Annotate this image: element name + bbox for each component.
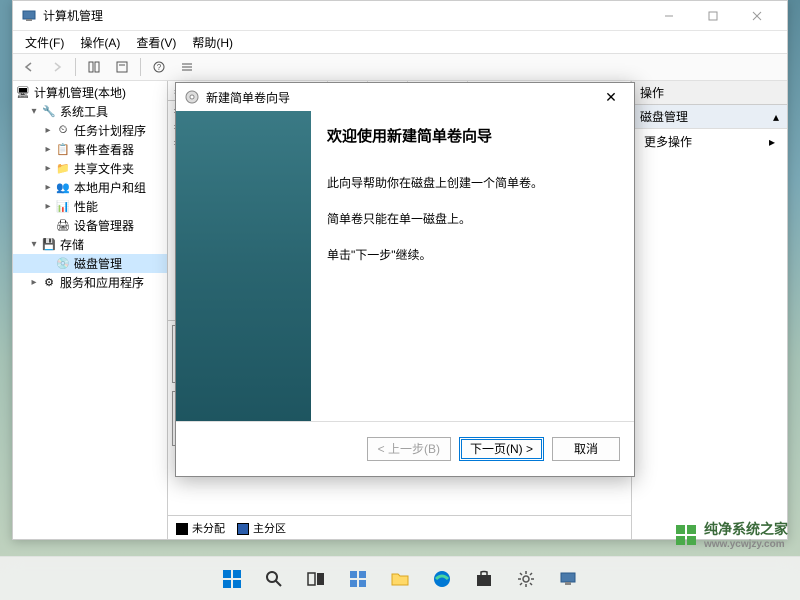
- refresh-icon[interactable]: [82, 56, 106, 78]
- new-simple-volume-wizard: 新建简单卷向导 ✕ 欢迎使用新建简单卷向导 此向导帮助你在磁盘上创建一个简单卷。…: [175, 82, 635, 477]
- actions-more[interactable]: 更多操作 ▸: [632, 129, 787, 154]
- storage-icon: 💾: [41, 237, 57, 253]
- actions-panel: 操作 磁盘管理 ▴ 更多操作 ▸: [632, 81, 787, 539]
- event-icon: 📋: [55, 142, 71, 158]
- expand-icon[interactable]: ▸: [41, 125, 55, 136]
- search-icon[interactable]: [255, 560, 293, 598]
- store-icon[interactable]: [465, 560, 503, 598]
- legend-unallocated: 未分配: [176, 520, 225, 536]
- watermark-logo-icon: [674, 523, 698, 547]
- folder-icon: 📁: [55, 161, 71, 177]
- watermark: 纯净系统之家 www.ycwjzy.com: [674, 519, 788, 550]
- services-icon: ⚙: [41, 275, 57, 291]
- users-icon: 👥: [55, 180, 71, 196]
- chevron-up-icon: ▴: [773, 110, 779, 124]
- menu-file[interactable]: 文件(F): [17, 32, 72, 53]
- tree-event-viewer[interactable]: ▸ 📋 事件查看器: [13, 140, 167, 159]
- expand-icon[interactable]: ▸: [41, 163, 55, 174]
- wizard-sidebar-image: [176, 111, 311, 421]
- chevron-right-icon: ▸: [769, 135, 775, 149]
- legend: 未分配 主分区: [168, 515, 631, 539]
- app-icon: [21, 8, 37, 24]
- titlebar: 计算机管理: [13, 1, 787, 31]
- tree-storage[interactable]: ▾ 💾 存储: [13, 235, 167, 254]
- back-icon[interactable]: [17, 56, 41, 78]
- wizard-content: 欢迎使用新建简单卷向导 此向导帮助你在磁盘上创建一个简单卷。 简单卷只能在单一磁…: [311, 111, 634, 421]
- list-icon[interactable]: [175, 56, 199, 78]
- properties-icon[interactable]: [110, 56, 134, 78]
- actions-header: 操作: [632, 81, 787, 105]
- menu-help[interactable]: 帮助(H): [184, 32, 241, 53]
- wizard-titlebar: 新建简单卷向导 ✕: [176, 83, 634, 111]
- computer-management-taskbar-icon[interactable]: [549, 560, 587, 598]
- actions-section[interactable]: 磁盘管理 ▴: [632, 105, 787, 129]
- expand-icon[interactable]: ▸: [41, 201, 55, 212]
- wizard-title: 新建简单卷向导: [206, 89, 290, 106]
- start-button[interactable]: [213, 560, 251, 598]
- close-button[interactable]: ✕: [596, 89, 626, 106]
- menu-action[interactable]: 操作(A): [72, 32, 128, 53]
- disk-icon: 💿: [55, 256, 71, 272]
- toolbar: ?: [13, 53, 787, 81]
- tree-local-users[interactable]: ▸ 👥 本地用户和组: [13, 178, 167, 197]
- cancel-button[interactable]: 取消: [552, 437, 620, 461]
- svg-text:?: ?: [157, 63, 162, 72]
- collapse-icon[interactable]: ▾: [27, 239, 41, 250]
- back-button: < 上一步(B): [367, 437, 451, 461]
- expand-icon[interactable]: ▸: [41, 182, 55, 193]
- collapse-icon[interactable]: ▾: [27, 106, 41, 117]
- menubar: 文件(F) 操作(A) 查看(V) 帮助(H): [13, 31, 787, 53]
- wizard-text-2: 简单卷只能在单一磁盘上。: [327, 210, 618, 228]
- tree-root[interactable]: 🖥 计算机管理(本地): [13, 83, 167, 102]
- tree-task-scheduler[interactable]: ▸ ⏲ 任务计划程序: [13, 121, 167, 140]
- device-icon: 🖨: [55, 218, 71, 234]
- window-title: 计算机管理: [43, 7, 647, 24]
- tree-services[interactable]: ▸ ⚙ 服务和应用程序: [13, 273, 167, 292]
- tree-device-manager[interactable]: 🖨 设备管理器: [13, 216, 167, 235]
- expand-icon[interactable]: ▸: [27, 277, 41, 288]
- edge-icon[interactable]: [423, 560, 461, 598]
- computer-icon: 🖥: [15, 85, 31, 101]
- task-view-icon[interactable]: [297, 560, 335, 598]
- explorer-icon[interactable]: [381, 560, 419, 598]
- disk-icon: [184, 89, 200, 105]
- close-button[interactable]: [735, 2, 779, 30]
- settings-icon[interactable]: [507, 560, 545, 598]
- legend-primary: 主分区: [237, 520, 286, 536]
- tools-icon: 🔧: [41, 104, 57, 120]
- next-button[interactable]: 下一页(N) >: [459, 437, 544, 461]
- clock-icon: ⏲: [55, 123, 71, 139]
- tree-performance[interactable]: ▸ 📊 性能: [13, 197, 167, 216]
- wizard-heading: 欢迎使用新建简单卷向导: [327, 125, 618, 146]
- expand-icon[interactable]: ▸: [41, 144, 55, 155]
- forward-icon[interactable]: [45, 56, 69, 78]
- widgets-icon[interactable]: [339, 560, 377, 598]
- tree-system-tools[interactable]: ▾ 🔧 系统工具: [13, 102, 167, 121]
- tree-disk-management[interactable]: 💿 磁盘管理: [13, 254, 167, 273]
- wizard-text-3: 单击"下一步"继续。: [327, 246, 618, 264]
- menu-view[interactable]: 查看(V): [128, 32, 184, 53]
- taskbar: [0, 556, 800, 600]
- wizard-footer: < 上一步(B) 下一页(N) > 取消: [176, 421, 634, 475]
- minimize-button[interactable]: [647, 2, 691, 30]
- maximize-button[interactable]: [691, 2, 735, 30]
- perf-icon: 📊: [55, 199, 71, 215]
- wizard-text-1: 此向导帮助你在磁盘上创建一个简单卷。: [327, 174, 618, 192]
- tree-shared-folders[interactable]: ▸ 📁 共享文件夹: [13, 159, 167, 178]
- tree-panel: 🖥 计算机管理(本地) ▾ 🔧 系统工具 ▸ ⏲ 任务计划程序 ▸ 📋 事件查看…: [13, 81, 168, 539]
- help-icon[interactable]: ?: [147, 56, 171, 78]
